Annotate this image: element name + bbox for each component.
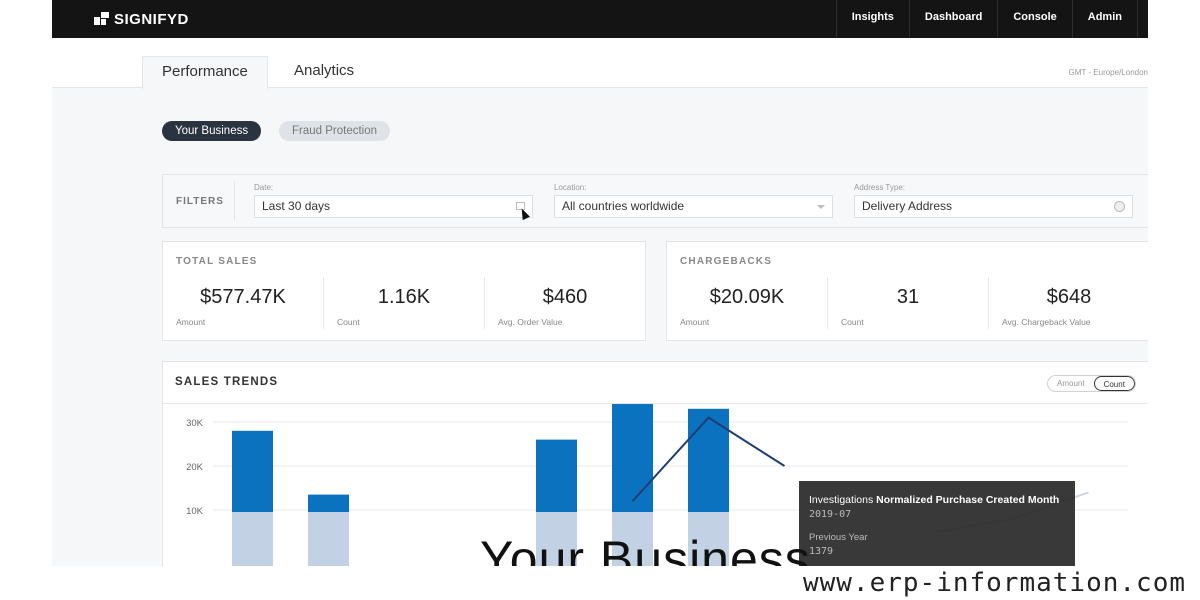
stat-label: Amount [680,317,710,327]
pill-fraud-protection[interactable]: Fraud Protection [279,121,391,141]
y-tick-label: 30K [186,418,204,429]
stat-label: Count [841,317,864,327]
chart-tooltip: Investigations Normalized Purchase Creat… [799,481,1075,571]
address-filter: Address Type: Delivery Address [854,183,1133,218]
filters-label: FILTERS [176,196,224,207]
chart-bar [308,494,349,512]
pill-your-business[interactable]: Your Business [162,121,262,141]
chart-bar [232,430,273,512]
location-filter-label: Location: [554,183,587,192]
stat-label: Avg. Chargeback Value [1002,317,1091,327]
stat-amount: $20.09K Amount [667,277,827,329]
stat-value: 31 [896,286,920,308]
card-title: TOTAL SALES [176,256,258,267]
sales-trends-header: SALES TRENDS Amount Count [163,362,1148,404]
chart-bar [612,404,653,512]
chart-bar [536,439,577,512]
nav-console[interactable]: Console [997,0,1071,38]
brand-name: SIGNIFYD [114,10,189,28]
location-select-value: All countries worldwide [562,199,685,213]
stat-value: $648 [1046,286,1092,308]
stat-label: Avg. Order Value [498,317,563,327]
chevron-down-icon [817,205,825,209]
watermark: www.erp-information.com [802,568,1186,598]
stat-count: 31 Count [828,277,988,329]
stat-label: Amount [176,317,206,327]
nav-insights[interactable]: Insights [835,0,909,38]
date-filter: Date: Last 30 days [254,183,533,218]
logo-icon [94,12,110,26]
y-tick-label: 10K [186,506,204,517]
nav-admin[interactable]: Admin [1071,0,1138,38]
tab-strip: Performance Analytics GMT - Europe/Londo… [52,38,1148,89]
stat-value: $577.47K [200,286,286,308]
y-tick-label: 20K [186,462,204,473]
stat-average: $460 Avg. Order Value [485,277,645,329]
stat-value: $20.09K [709,286,785,308]
tooltip-heading: Investigations Normalized Purchase Creat… [809,494,1065,506]
brand-logo[interactable]: SIGNIFYD [94,10,189,28]
metric-toggle: Amount Count [1047,375,1136,392]
top-bar: SIGNIFYD Insights Dashboard Console Admi… [52,0,1148,38]
stat-count: 1.16K Count [324,277,484,329]
toggle-amount[interactable]: Amount [1048,376,1094,391]
tab-performance[interactable]: Performance [142,56,268,89]
stat-label: Count [337,317,360,327]
date-select-value: Last 30 days [262,199,331,213]
tooltip-bold: Normalized Purchase Created Month [876,494,1060,506]
date-select[interactable]: Last 30 days [254,195,533,218]
chargebacks-card: CHARGEBACKS $20.09K Amount 31 Count $648… [666,241,1148,341]
filters-bar: FILTERS Date: Last 30 days Location: All… [162,174,1148,228]
stat-amount: $577.47K Amount [163,277,323,329]
tab-analytics[interactable]: Analytics [275,56,373,89]
nav-dashboard[interactable]: Dashboard [908,0,997,38]
stat-value: $460 [542,286,588,308]
toggle-count[interactable]: Count [1093,376,1135,391]
stat-value: 1.16K [377,286,431,308]
address-filter-label: Address Type: [854,183,905,192]
chart-bar-previous [308,512,349,566]
chart-y-ticks: 30K 20K 10K [186,418,204,517]
card-title: CHARGEBACKS [680,256,773,267]
chart-bar-previous [232,512,273,566]
stat-average: $648 Avg. Chargeback Value [989,277,1148,329]
date-filter-label: Date: [254,183,274,192]
sales-trends-title: SALES TRENDS [175,376,279,388]
location-filter: Location: All countries worldwide [554,183,833,218]
top-nav: Insights Dashboard Console Admin [835,0,1138,38]
chart-bar [688,408,729,512]
tooltip-value: 2019-07 [809,509,852,520]
globe-icon [1114,201,1125,212]
tooltip-sub-label: Previous Year [809,532,868,543]
timezone-label: GMT - Europe/London [1068,68,1148,77]
total-sales-card: TOTAL SALES $577.47K Amount 1.16K Count … [162,241,646,341]
location-select[interactable]: All countries worldwide [554,195,833,218]
address-select-value: Delivery Address [862,199,953,213]
divider [234,181,235,221]
tooltip-prefix: Investigations [809,494,874,506]
address-select[interactable]: Delivery Address [854,195,1133,218]
tooltip-sub-value: 1379 [809,546,834,557]
